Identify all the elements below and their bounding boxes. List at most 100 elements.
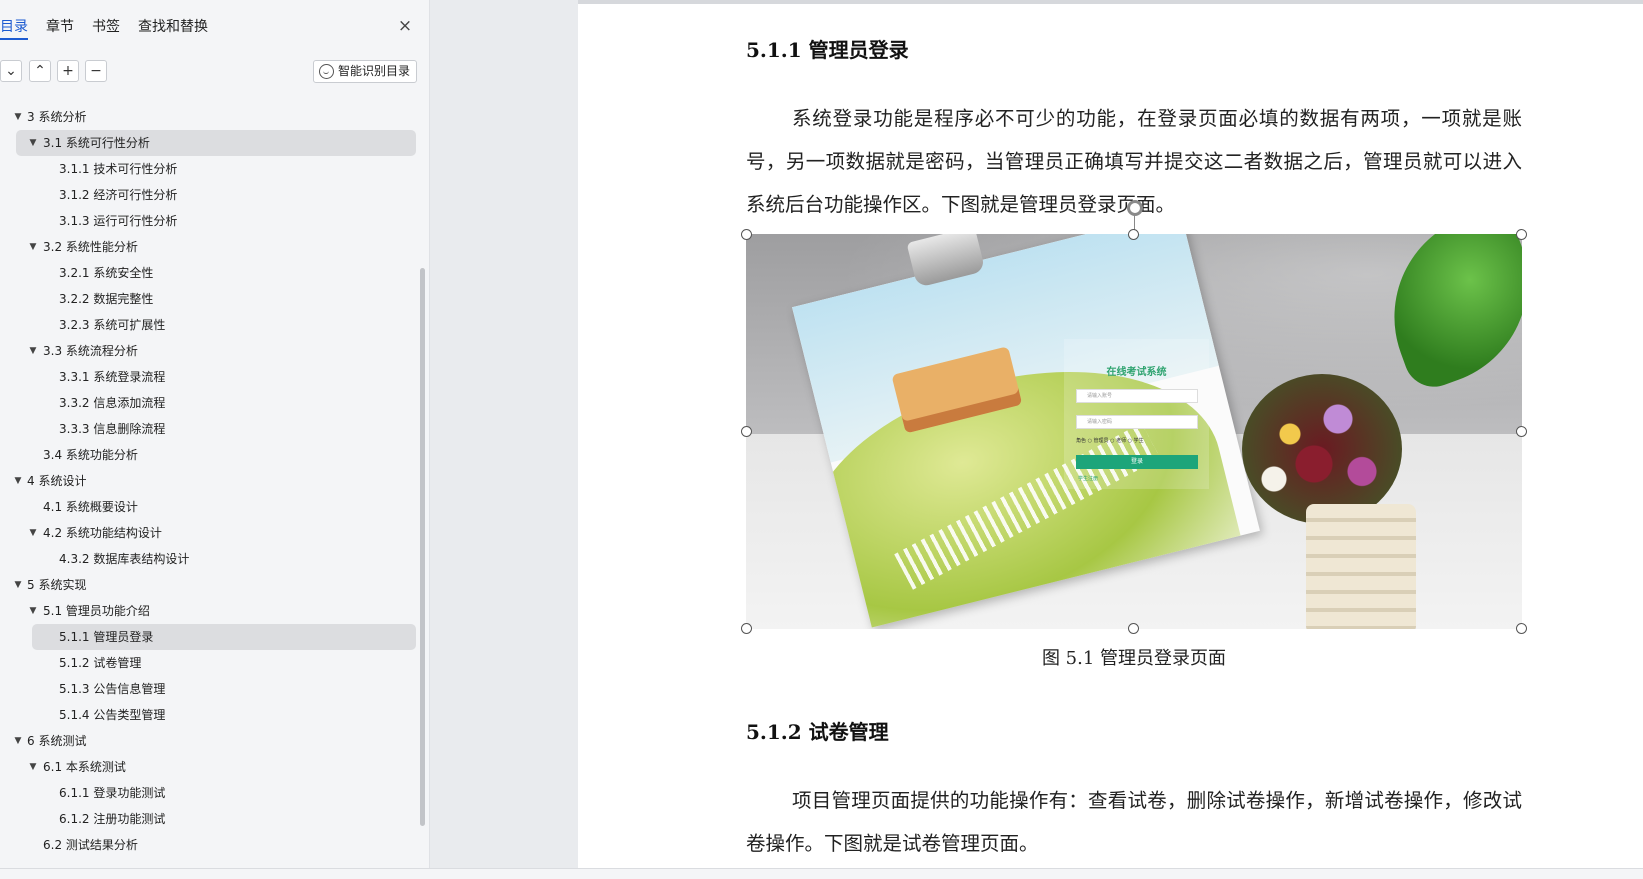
collapse-all-button[interactable]: ⌄	[0, 60, 22, 82]
toc-toolbar: ⌄ ⌃ + − 智能识别目录	[0, 60, 420, 84]
toc-item[interactable]: 5.1.1 管理员登录	[32, 624, 416, 650]
toc-item[interactable]: ▼ 5 系统实现	[0, 572, 420, 598]
toc-item[interactable]: 3.2.3 系统可扩展性	[0, 312, 420, 338]
toc-item[interactable]: 4.3.2 数据库表结构设计	[0, 546, 420, 572]
figure-caption: 图 5.1 管理员登录页面	[1041, 648, 1227, 669]
toc-item[interactable]: 5.1.3 公告信息管理	[0, 676, 420, 702]
tab-chapters[interactable]: 章节	[46, 16, 74, 40]
toc-item-label: 3.3.3 信息删除流程	[59, 422, 166, 436]
toc-item-label: 4.2 系统功能结构设计	[43, 526, 162, 540]
resize-handle-se[interactable]	[1516, 623, 1527, 634]
toc-item[interactable]: 6.2 测试结果分析	[0, 832, 420, 858]
triangle-down-icon[interactable]: ▼	[12, 468, 24, 494]
toc-item[interactable]: ▼ 3.3 系统流程分析	[0, 338, 420, 364]
tab-toc[interactable]: 目录	[0, 16, 28, 40]
toc-item-label: 3.3.2 信息添加流程	[59, 396, 166, 410]
smart-toc-label: 智能识别目录	[338, 64, 411, 78]
toc-item[interactable]: 4.1 系统概要设计	[0, 494, 420, 520]
tab-find-replace[interactable]: 查找和替换	[138, 16, 208, 40]
chevron-up-icon: ⌃	[34, 63, 46, 79]
resize-handle-e[interactable]	[1516, 426, 1527, 437]
toc-item[interactable]: 3.1.3 运行可行性分析	[0, 208, 420, 234]
toc-item[interactable]: ▼ 3 系统分析	[0, 104, 420, 130]
toc-item[interactable]: ▼ 4.2 系统功能结构设计	[0, 520, 420, 546]
nav-tabs: 目录 章节 书签 查找和替换	[0, 16, 226, 40]
chevron-down-icon: ⌄	[5, 63, 17, 79]
triangle-down-icon[interactable]: ▼	[27, 754, 39, 780]
toc-item-label: 3.2.3 系统可扩展性	[59, 318, 166, 332]
resize-handle-sw[interactable]	[741, 623, 752, 634]
toc-item[interactable]: 3.1.2 经济可行性分析	[0, 182, 420, 208]
triangle-down-icon[interactable]: ▼	[27, 338, 39, 364]
triangle-down-icon[interactable]: ▼	[12, 572, 24, 598]
resize-handle-w[interactable]	[741, 426, 752, 437]
toc-item[interactable]: ▼ 6 系统测试	[0, 728, 420, 754]
toc-item-label: 5.1.4 公告类型管理	[59, 708, 166, 722]
toc-item[interactable]: 3.4 系统功能分析	[0, 442, 420, 468]
rotate-handle-icon[interactable]	[1127, 200, 1143, 216]
toc-item-label: 4 系统设计	[27, 474, 87, 488]
section-heading: 5.1.1 管理员登录	[746, 38, 909, 62]
toc-item[interactable]: 3.2.1 系统安全性	[0, 260, 420, 286]
status-bar	[0, 868, 1643, 879]
toc-item[interactable]: 6.1.2 注册功能测试	[0, 806, 420, 832]
figure-image[interactable]: 在线考试系统 请输入账号 请输入密码 角色 ○ 管理员 ○ 老师 ○ 学生 登录…	[746, 234, 1522, 629]
triangle-down-icon[interactable]: ▼	[27, 520, 39, 546]
resize-handle-n[interactable]	[1128, 229, 1139, 240]
username-field: 请输入账号	[1076, 389, 1198, 403]
toc-item-label: 4.3.2 数据库表结构设计	[59, 552, 190, 566]
toc-item-label: 5 系统实现	[27, 578, 87, 592]
triangle-down-icon[interactable]: ▼	[12, 104, 24, 130]
smart-toc-button[interactable]: 智能识别目录	[313, 60, 417, 83]
toc-item[interactable]: 3.3.1 系统登录流程	[0, 364, 420, 390]
toc-item[interactable]: ▼ 4 系统设计	[0, 468, 420, 494]
login-title: 在线考试系统	[1106, 367, 1167, 378]
close-icon[interactable]: ×	[396, 17, 414, 35]
toc-item-label: 3.2.2 数据完整性	[59, 292, 154, 306]
toc-item-label: 6.1 本系统测试	[43, 760, 126, 774]
login-button: 登录	[1076, 455, 1198, 469]
toc-item-label: 3.3 系统流程分析	[43, 344, 138, 358]
smart-recognize-icon	[319, 64, 334, 79]
password-field: 请输入密码	[1076, 415, 1198, 429]
toc-item[interactable]: 3.2.2 数据完整性	[0, 286, 420, 312]
toc-item-label: 3.2 系统性能分析	[43, 240, 138, 254]
toc-item-label: 4.1 系统概要设计	[43, 500, 138, 514]
toc-item-label: 5.1.1 管理员登录	[59, 630, 154, 644]
minus-icon: −	[90, 63, 102, 79]
toc-item[interactable]: ▼ 6.1 本系统测试	[0, 754, 420, 780]
resize-handle-s[interactable]	[1128, 623, 1139, 634]
toc-scrollbar[interactable]	[420, 268, 425, 826]
toc-item-label: 3.2.1 系统安全性	[59, 266, 154, 280]
resize-handle-nw[interactable]	[741, 229, 752, 240]
toc-item-label: 5.1 管理员功能介绍	[43, 604, 150, 618]
toc-item[interactable]: 3.3.3 信息删除流程	[0, 416, 420, 442]
toc-item-label: 5.1.3 公告信息管理	[59, 682, 166, 696]
triangle-down-icon[interactable]: ▼	[12, 728, 24, 754]
remove-heading-button[interactable]: −	[85, 60, 107, 82]
expand-all-button[interactable]: ⌃	[29, 60, 51, 82]
toc-item[interactable]: ▼ 3.2 系统性能分析	[0, 234, 420, 260]
toc-item[interactable]: 5.1.4 公告类型管理	[0, 702, 420, 728]
toc-item-label: 3.1 系统可行性分析	[43, 136, 150, 150]
toc-item-label: 3.3.1 系统登录流程	[59, 370, 166, 384]
section-heading-2: 5.1.2 试卷管理	[746, 720, 889, 744]
tab-bookmarks[interactable]: 书签	[92, 16, 120, 40]
toc-item[interactable]: ▼ 3.1 系统可行性分析	[16, 130, 416, 156]
triangle-down-icon[interactable]: ▼	[27, 234, 39, 260]
toc-item-label: 5.1.2 试卷管理	[59, 656, 142, 670]
add-heading-button[interactable]: +	[57, 60, 79, 82]
toc-list: ▼ 3 系统分析 ▼ 3.1 系统可行性分析 3.1.1 技术可行性分析 3.1.2 经济…	[0, 104, 420, 858]
toc-item-label: 6.1.2 注册功能测试	[59, 812, 166, 826]
toc-item[interactable]: ▼ 5.1 管理员功能介绍	[0, 598, 420, 624]
toc-item[interactable]: 5.1.2 试卷管理	[0, 650, 420, 676]
toc-item[interactable]: 3.1.1 技术可行性分析	[0, 156, 420, 182]
toc-item[interactable]: 3.3.2 信息添加流程	[0, 390, 420, 416]
toc-item[interactable]: 6.1.1 登录功能测试	[0, 780, 420, 806]
body-paragraph-2: 项目管理页面提供的功能操作有：查看试卷，删除试卷操作，新增试卷操作，修改试卷操作…	[746, 789, 1522, 855]
triangle-down-icon[interactable]: ▼	[27, 130, 39, 156]
resize-handle-ne[interactable]	[1516, 229, 1527, 240]
triangle-down-icon[interactable]: ▼	[27, 598, 39, 624]
figure-vase	[1306, 504, 1416, 629]
toc-item-label: 6.2 测试结果分析	[43, 838, 138, 852]
